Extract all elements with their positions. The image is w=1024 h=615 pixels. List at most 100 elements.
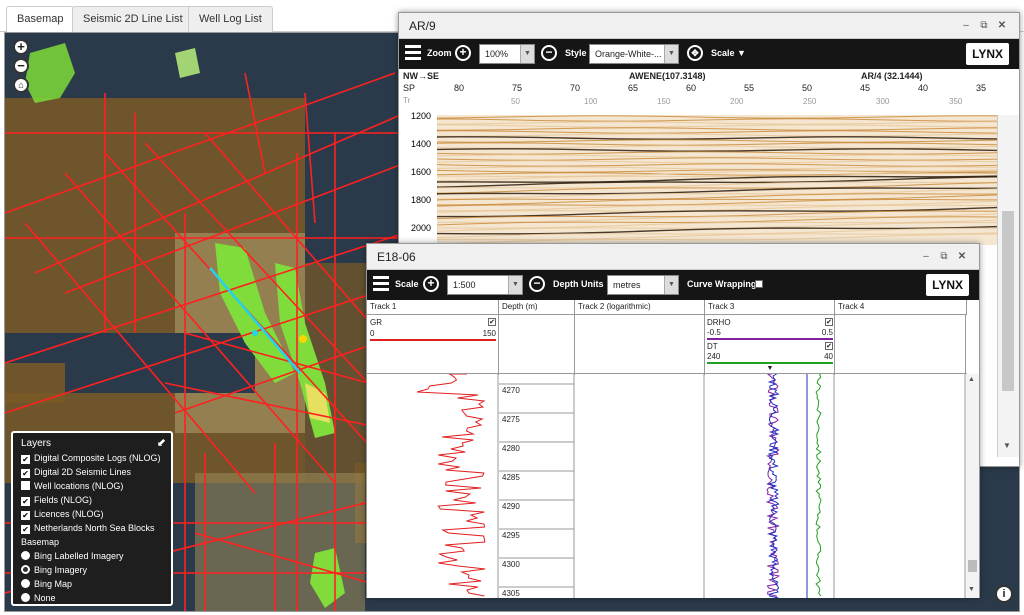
drho-checkbox[interactable]: ✔ bbox=[825, 318, 833, 326]
lynx-logo: LYNX bbox=[926, 274, 969, 296]
scroll-up-icon[interactable]: ▲ bbox=[968, 376, 975, 383]
tr-tick: 300 bbox=[876, 97, 890, 106]
minimize-icon[interactable]: – bbox=[959, 19, 973, 33]
basemap-radio[interactable] bbox=[21, 593, 30, 602]
seismic-toolbar: Zoom + 100% ▼ − Style Orange-White-... ▼ ✥… bbox=[399, 39, 1019, 69]
popout-icon[interactable]: ⧉ bbox=[977, 19, 991, 33]
depth-label: 4295 bbox=[502, 531, 520, 540]
layers-panel: Layers ⬋ ✔ Digital Composite Logs (NLOG) ✔… bbox=[11, 431, 173, 606]
seismic-axis-header: NW→SE AWENE(107.3148) AR/4 (32.1444) SP … bbox=[399, 69, 997, 115]
layer-item[interactable]: ✔ Fields (NLOG) bbox=[21, 493, 163, 507]
zoom-select[interactable]: 100% ▼ bbox=[479, 44, 535, 64]
well-log-body: Track 1 Depth (m) Track 2 (logarithmic) … bbox=[367, 300, 967, 599]
log-plot-area[interactable]: 4270 4275 4280 4285 4290 4295 4300 4305 bbox=[367, 373, 967, 599]
basemap-radio[interactable] bbox=[21, 579, 30, 588]
depth-label: 4290 bbox=[502, 502, 520, 511]
layer-checkbox[interactable] bbox=[21, 481, 30, 490]
layer-item[interactable]: ✔ Netherlands North Sea Blocks bbox=[21, 521, 163, 535]
info-icon[interactable]: i bbox=[995, 585, 1013, 603]
layer-checkbox[interactable]: ✔ bbox=[21, 511, 30, 520]
well-log-window: E18-06 – ⧉ ✕ Scale + 1:500 ▼ − Depth Unit… bbox=[366, 243, 980, 599]
zoom-in-icon[interactable]: + bbox=[455, 45, 471, 61]
sp-tick: 70 bbox=[570, 83, 581, 93]
seismic-depth-axis: 1200 1400 1600 1800 2000 bbox=[399, 111, 437, 245]
sp-tick: 35 bbox=[976, 83, 987, 93]
tr-tick: 200 bbox=[730, 97, 744, 106]
scroll-down-icon[interactable]: ▼ bbox=[968, 586, 975, 593]
style-select[interactable]: Orange-White-... ▼ bbox=[589, 44, 679, 64]
menu-icon[interactable] bbox=[405, 45, 421, 61]
tr-tick: 250 bbox=[803, 97, 817, 106]
zoom-in-icon[interactable]: + bbox=[13, 39, 29, 55]
layer-item[interactable]: ✔ Digital Composite Logs (NLOG) bbox=[21, 451, 163, 465]
basemap-option[interactable]: Bing Map bbox=[21, 577, 163, 591]
tab-well-log-list[interactable]: Well Log List bbox=[188, 6, 273, 32]
basemap-label: Bing Labelled Imagery bbox=[34, 551, 124, 561]
basemap-option[interactable]: Bing Imagery bbox=[21, 563, 163, 577]
tr-label: Tr bbox=[403, 96, 411, 105]
basemap-option[interactable]: Bing Labelled Imagery bbox=[21, 549, 163, 563]
basemap-label: Bing Map bbox=[34, 579, 73, 589]
sp-tick: 75 bbox=[512, 83, 523, 93]
close-icon[interactable]: ✕ bbox=[995, 19, 1009, 33]
scale-label: Scale bbox=[395, 279, 419, 289]
zoom-out-icon[interactable]: − bbox=[13, 58, 29, 74]
basemap-label: Bing Imagery bbox=[34, 565, 88, 575]
seismic-title: AR/9 bbox=[409, 19, 436, 33]
layer-checkbox[interactable]: ✔ bbox=[21, 469, 30, 478]
basemap-radio[interactable] bbox=[21, 565, 30, 574]
scrollbar-thumb[interactable] bbox=[1002, 211, 1014, 391]
scrollbar-thumb[interactable] bbox=[968, 560, 977, 572]
dt-checkbox[interactable]: ✔ bbox=[825, 342, 833, 350]
gr-checkbox[interactable]: ✔ bbox=[488, 318, 496, 326]
curve-wrapping-checkbox[interactable]: ✔ bbox=[755, 280, 763, 288]
layer-checkbox[interactable]: ✔ bbox=[21, 525, 30, 534]
layer-label: Netherlands North Sea Blocks bbox=[34, 523, 155, 533]
layer-item[interactable]: Well locations (NLOG) bbox=[21, 479, 163, 493]
layer-label: Well locations (NLOG) bbox=[34, 481, 124, 491]
expand-arrow-icon[interactable]: ▼ bbox=[707, 365, 833, 372]
depth-units-select[interactable]: metres ▼ bbox=[607, 275, 679, 295]
drho-name: DRHO bbox=[707, 318, 731, 327]
track-4-header: Track 4 bbox=[835, 300, 967, 314]
layer-item[interactable]: ✔ Digital 2D Seismic Lines bbox=[21, 465, 163, 479]
move-icon[interactable]: ✥ bbox=[687, 45, 703, 61]
sp-tick: 55 bbox=[744, 83, 755, 93]
popout-icon[interactable]: ⧉ bbox=[937, 250, 951, 264]
tab-seismic-2d-line-list[interactable]: Seismic 2D Line List bbox=[72, 6, 194, 32]
sp-tick: 50 bbox=[802, 83, 813, 93]
drho-curve-header[interactable]: DRHO ✔ -0.5 0.5 bbox=[707, 318, 833, 340]
seismic-depth-label: 1600 bbox=[411, 167, 432, 177]
drho-max: 0.5 bbox=[821, 328, 833, 337]
zoom-out-icon[interactable]: − bbox=[529, 276, 545, 292]
scroll-down-icon[interactable]: ▼ bbox=[1003, 441, 1011, 450]
zoom-in-icon[interactable]: + bbox=[423, 276, 439, 292]
menu-icon[interactable] bbox=[373, 276, 389, 292]
tr-tick: 350 bbox=[949, 97, 963, 106]
minimize-icon[interactable]: – bbox=[919, 250, 933, 264]
dt-curve-header[interactable]: DT ✔ 240 40 ▼ bbox=[707, 342, 833, 372]
seismic-scrollbar[interactable]: ▼ bbox=[997, 115, 1019, 457]
scale-select[interactable]: 1:500 ▼ bbox=[447, 275, 523, 295]
chevron-down-icon: ▼ bbox=[508, 276, 522, 294]
layer-checkbox[interactable]: ✔ bbox=[21, 497, 30, 506]
close-icon[interactable]: ✕ bbox=[955, 250, 969, 264]
collapse-icon[interactable]: ⬋ bbox=[157, 436, 166, 449]
curve-wrapping-label: Curve Wrapping bbox=[687, 279, 757, 289]
dt-max: 40 bbox=[824, 352, 833, 361]
tab-basemap[interactable]: Basemap bbox=[6, 6, 75, 33]
layers-title: Layers bbox=[21, 438, 52, 449]
seismic-depth-label: 2000 bbox=[411, 223, 432, 233]
basemap-option[interactable]: None bbox=[21, 591, 163, 605]
gr-curve-header[interactable]: GR ✔ 0 150 bbox=[370, 318, 496, 341]
tr-tick: 50 bbox=[511, 97, 520, 106]
layer-item[interactable]: ✔ Licences (NLOG) bbox=[21, 507, 163, 521]
basemap-radio[interactable] bbox=[21, 551, 30, 560]
home-icon[interactable]: ⌂ bbox=[13, 77, 29, 93]
zoom-out-icon[interactable]: − bbox=[541, 45, 557, 61]
layer-label: Digital 2D Seismic Lines bbox=[34, 467, 132, 477]
scale-menu[interactable]: Scale ▼ bbox=[711, 48, 746, 58]
depth-label: 4280 bbox=[502, 444, 520, 453]
well-log-scrollbar[interactable]: ▲ ▼ bbox=[965, 374, 979, 598]
layer-checkbox[interactable]: ✔ bbox=[21, 455, 30, 464]
